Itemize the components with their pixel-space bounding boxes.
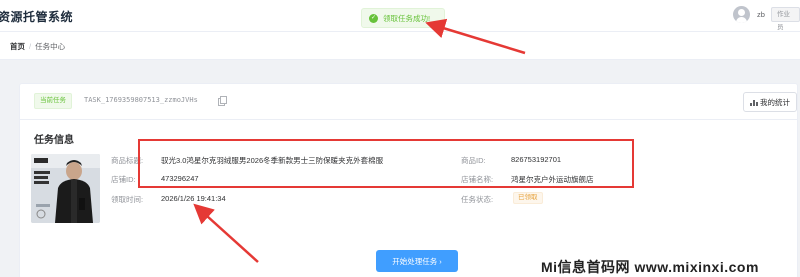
shop-id-value: 473296247	[161, 174, 199, 183]
status-label: 任务状态:	[461, 195, 494, 204]
user-name[interactable]: zb	[757, 10, 765, 19]
task-card: 当前任务 TASK_1769359807513_zzmoJVHs 我的统计 任务…	[19, 83, 798, 277]
product-id-label: 商品ID:	[461, 156, 486, 165]
breadcrumb: 首页 / 任务中心	[10, 41, 65, 52]
breadcrumb-home[interactable]: 首页	[10, 42, 25, 51]
product-id-value: 826753192701	[511, 155, 562, 164]
copy-icon[interactable]	[218, 96, 227, 106]
product-image	[31, 154, 100, 223]
product-title-label: 商品标题:	[111, 156, 144, 165]
check-circle-icon: ✓	[369, 13, 378, 23]
task-card-header: 当前任务 TASK_1769359807513_zzmoJVHs 我的统计	[20, 84, 797, 120]
section-title: 任务信息	[34, 135, 74, 146]
app-title: 资源托管系统	[0, 10, 74, 24]
top-header: 资源托管系统 ✓ 领取任务成功! zb 作业员	[0, 0, 800, 32]
user-avatar-icon[interactable]	[733, 6, 750, 23]
my-stats-button[interactable]: 我的统计	[743, 92, 797, 112]
start-task-button[interactable]: 开始处理任务 ›	[376, 250, 458, 272]
claim-time-label: 领取时间:	[111, 195, 144, 204]
breadcrumb-current: 任务中心	[35, 42, 66, 51]
user-role-badge: 作业员	[771, 7, 800, 31]
product-title-value: 驭光3.0鸿星尔克羽绒服男2026冬季新款男士三防保暖夹克外套棉服	[161, 156, 384, 165]
my-stats-label: 我的统计	[760, 97, 790, 107]
breadcrumb-separator: /	[29, 42, 32, 51]
current-task-tag: 当前任务	[34, 93, 72, 109]
task-id: TASK_1769359807513_zzmoJVHs	[84, 96, 198, 104]
breadcrumb-bar: 首页 / 任务中心	[0, 32, 800, 60]
watermark-text: Mi信息首码网 www.mixinxi.com	[541, 259, 759, 275]
bar-chart-icon	[750, 99, 758, 106]
shop-name-label: 店铺名称:	[461, 175, 494, 184]
claim-time-value: 2026/1/26 19:41:34	[161, 194, 226, 203]
shop-id-label: 店铺ID:	[111, 175, 136, 184]
shop-name-value: 鸿星尔克户外运动旗舰店	[511, 175, 594, 184]
status-badge: 已领取	[513, 192, 543, 204]
success-toast: ✓ 领取任务成功!	[361, 8, 445, 28]
toast-message: 领取任务成功!	[383, 13, 431, 23]
